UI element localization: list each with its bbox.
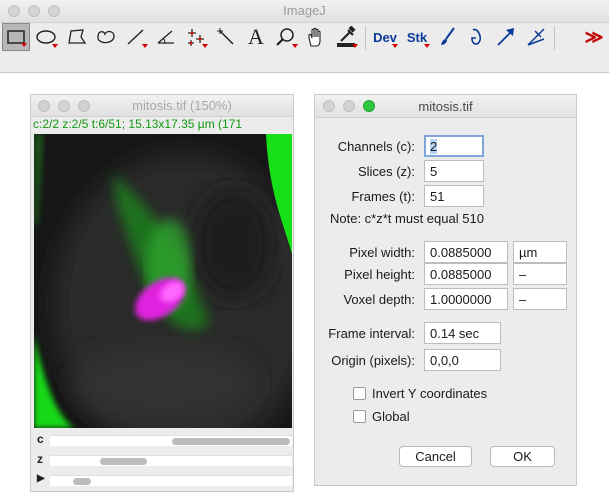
toolbar-separator bbox=[365, 26, 366, 50]
imagej-title: ImageJ bbox=[283, 3, 326, 18]
pixel-height-unit-field[interactable]: – bbox=[513, 263, 567, 285]
dropdown-indicator-icon bbox=[142, 44, 148, 48]
arrow-icon bbox=[497, 28, 514, 46]
slices-field[interactable]: 5 bbox=[424, 160, 484, 182]
invert-y-checkbox[interactable] bbox=[353, 387, 366, 400]
cancel-button[interactable]: Cancel bbox=[399, 446, 472, 467]
invert-y-label: Invert Y coordinates bbox=[372, 386, 488, 401]
frames-label: Frames (t): bbox=[351, 189, 415, 204]
multipoint-tool-button[interactable] bbox=[182, 23, 210, 51]
image-info-line: c:2/2 z:2/5 t:6/51; 15.13x17.35 µm (171 bbox=[33, 117, 243, 131]
origin-label: Origin (pixels): bbox=[331, 353, 415, 368]
z-slider-row: z bbox=[34, 452, 292, 468]
polygon-icon bbox=[68, 29, 87, 44]
micrograph-image bbox=[34, 134, 292, 428]
channel-slider-label: c bbox=[37, 432, 44, 446]
voxel-depth-field[interactable]: 1.0000000 bbox=[424, 288, 508, 310]
z-slider-label: z bbox=[37, 452, 43, 466]
image-window: mitosis.tif (150%) c:2/2 z:2/5 t:6/51; 1… bbox=[30, 94, 294, 492]
pencil-tool-button[interactable] bbox=[462, 23, 490, 51]
dev-menu-label: Dev bbox=[373, 29, 397, 45]
ok-button[interactable]: OK bbox=[490, 446, 555, 467]
more-tools-button[interactable]: ≫ bbox=[580, 23, 608, 51]
global-label: Global bbox=[372, 409, 410, 424]
brush-tool-button[interactable] bbox=[434, 23, 462, 51]
line-tool-button[interactable] bbox=[122, 23, 150, 51]
oval-tool-button[interactable] bbox=[32, 23, 60, 51]
arrow-tool-button[interactable] bbox=[492, 23, 520, 51]
polygon-tool-button[interactable] bbox=[62, 23, 90, 51]
hand-icon bbox=[308, 27, 321, 47]
image-window-titlebar: mitosis.tif (150%) bbox=[31, 95, 293, 117]
freehand-tool-button[interactable] bbox=[92, 23, 120, 51]
dropdown-indicator-icon bbox=[21, 43, 27, 47]
channel-slider-row: c bbox=[34, 432, 292, 448]
dropdown-indicator-icon bbox=[292, 44, 298, 48]
voxel-depth-unit-field[interactable]: – bbox=[513, 288, 567, 310]
origin-field[interactable]: 0,0,0 bbox=[424, 349, 501, 371]
frame-interval-field[interactable]: 0.14 sec bbox=[424, 322, 501, 344]
channels-label: Channels (c): bbox=[337, 139, 415, 154]
channel-slider[interactable] bbox=[50, 435, 292, 446]
dropdown-indicator-icon bbox=[52, 44, 58, 48]
hand-tool-button[interactable] bbox=[302, 23, 330, 51]
image-window-title: mitosis.tif (150%) bbox=[132, 98, 232, 113]
pixel-width-field[interactable]: 0.0885000 bbox=[424, 241, 508, 263]
time-slider-thumb[interactable] bbox=[73, 478, 91, 485]
text-tool-icon: A bbox=[248, 24, 264, 49]
pixel-height-label: Pixel height: bbox=[344, 267, 415, 282]
dropdown-indicator-icon bbox=[424, 44, 430, 48]
image-canvas[interactable] bbox=[34, 134, 292, 428]
brush-icon bbox=[441, 27, 455, 45]
angle-icon bbox=[157, 30, 174, 44]
dropdown-indicator-icon bbox=[392, 44, 398, 48]
z-slider[interactable] bbox=[50, 455, 292, 466]
pixel-height-field[interactable]: 0.0885000 bbox=[424, 263, 508, 285]
dev-menu-button[interactable]: Dev bbox=[370, 23, 400, 51]
eyedropper-tool-button[interactable] bbox=[332, 23, 360, 51]
stk-menu-label: Stk bbox=[406, 29, 428, 45]
dropdown-indicator-icon bbox=[202, 44, 208, 48]
toolbar-separator bbox=[554, 26, 555, 50]
channels-field[interactable]: 2 bbox=[424, 135, 484, 157]
time-slider-row: ▶ bbox=[34, 472, 292, 488]
dialog-title: mitosis.tif bbox=[418, 99, 473, 114]
stk-menu-button[interactable]: Stk bbox=[402, 23, 432, 51]
angle-measure-tool-button[interactable] bbox=[522, 23, 550, 51]
voxel-depth-label: Voxel depth: bbox=[343, 292, 415, 307]
properties-dialog: mitosis.tif Channels (c): 2 Slices (z): … bbox=[314, 94, 577, 486]
wand-icon bbox=[217, 28, 234, 45]
play-animation-icon[interactable]: ▶ bbox=[37, 473, 45, 484]
channels-value: 2 bbox=[430, 139, 438, 154]
imagej-titlebar: ImageJ bbox=[0, 0, 609, 23]
slices-label: Slices (z): bbox=[357, 164, 415, 179]
pencil-icon bbox=[471, 28, 482, 45]
frames-field[interactable]: 51 bbox=[424, 185, 484, 207]
angle-tool-button[interactable] bbox=[152, 23, 180, 51]
time-slider[interactable] bbox=[50, 475, 292, 486]
more-tools-icon: ≫ bbox=[584, 26, 604, 47]
oval-icon bbox=[36, 30, 56, 44]
toolbar: A Dev Stk ≫ bbox=[0, 22, 609, 54]
z-slider-thumb[interactable] bbox=[100, 458, 147, 465]
pixel-width-label: Pixel width: bbox=[349, 245, 415, 260]
frame-interval-label: Frame interval: bbox=[328, 326, 415, 341]
wand-tool-button[interactable] bbox=[212, 23, 240, 51]
imagej-toolbar-window: ImageJ A Dev Stk ≫ bbox=[0, 0, 609, 73]
pixel-width-unit-field[interactable]: µm bbox=[513, 241, 567, 263]
magnifier-tool-button[interactable] bbox=[272, 23, 300, 51]
dialog-titlebar: mitosis.tif bbox=[315, 95, 576, 118]
rectangle-tool-button[interactable] bbox=[2, 23, 30, 51]
text-tool-button[interactable]: A bbox=[242, 23, 270, 51]
freehand-icon bbox=[97, 30, 115, 44]
angle-measure-icon bbox=[527, 28, 545, 46]
dropdown-indicator-icon bbox=[352, 44, 358, 48]
channel-slider-thumb[interactable] bbox=[172, 438, 290, 445]
dimension-note: Note: c*z*t must equal 510 bbox=[330, 211, 484, 226]
global-checkbox[interactable] bbox=[353, 410, 366, 423]
